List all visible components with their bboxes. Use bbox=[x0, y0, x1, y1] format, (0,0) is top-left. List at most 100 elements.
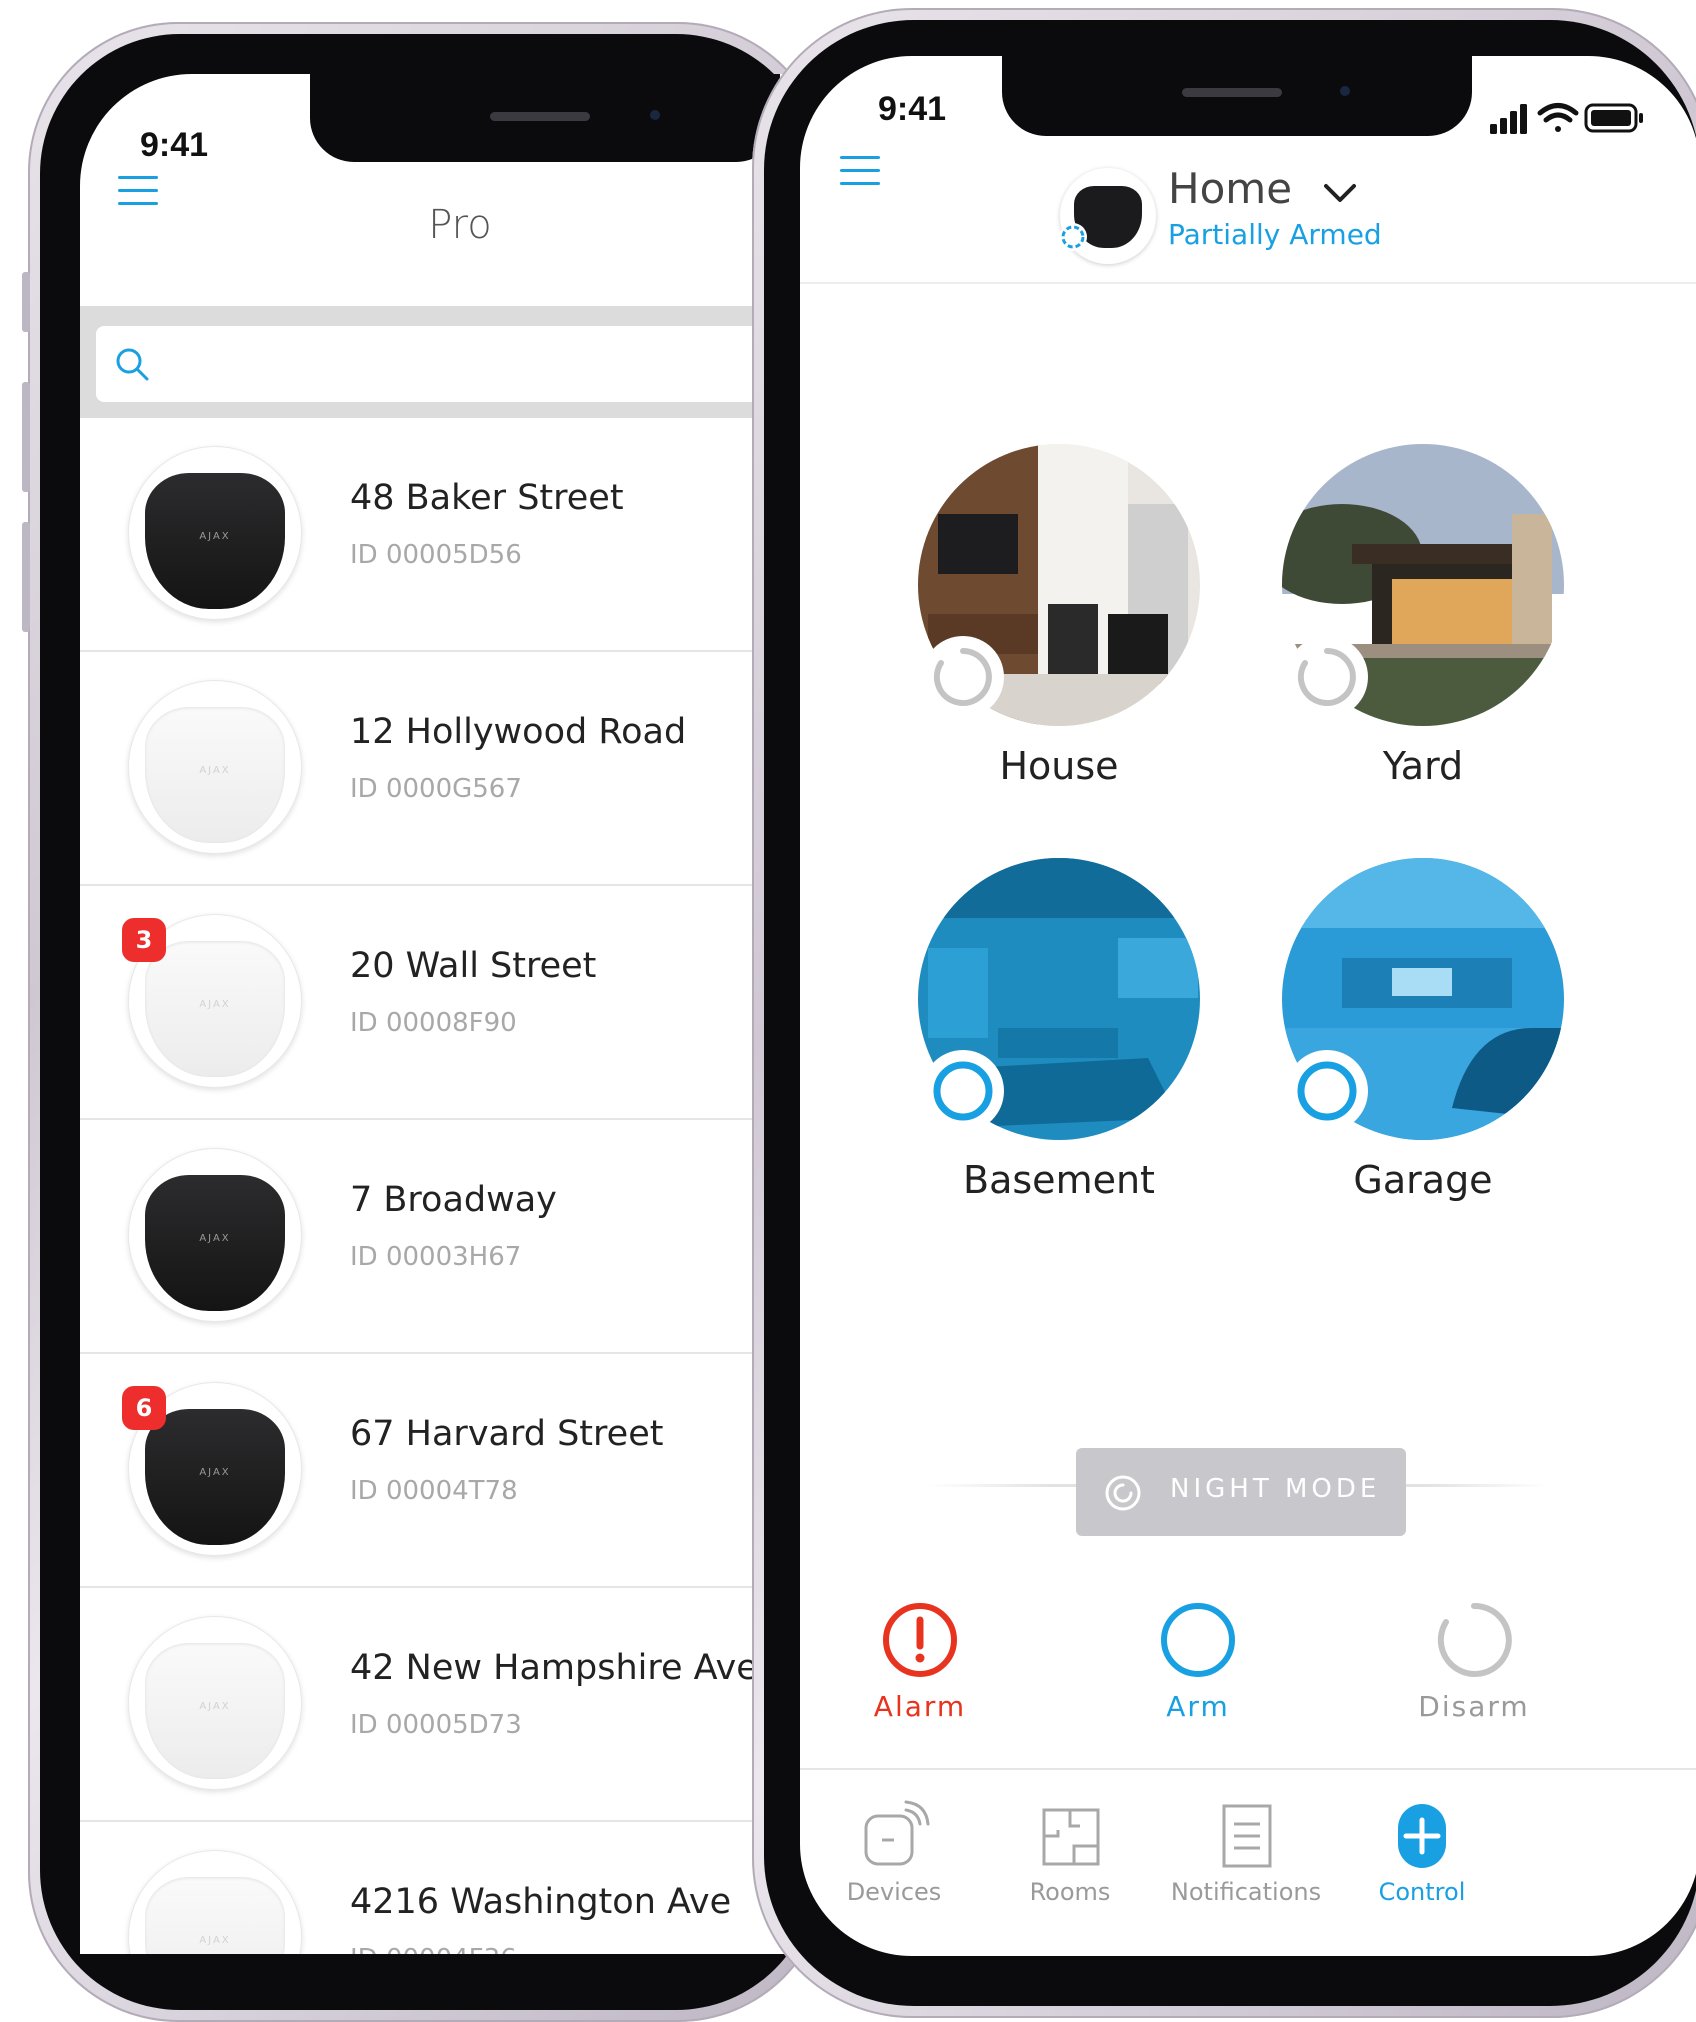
hub-image: AJAX bbox=[145, 1175, 285, 1311]
search-input[interactable] bbox=[96, 326, 840, 402]
tab-devices[interactable]: Devices bbox=[800, 1800, 994, 1906]
signal-icon bbox=[1490, 104, 1527, 134]
disarmed-icon bbox=[933, 648, 992, 706]
status-indicators bbox=[1490, 103, 1643, 134]
hub-list-item[interactable]: AJAX 48 Baker Street ID 00005D56 bbox=[80, 418, 840, 652]
hub-id: ID 00004T78 bbox=[350, 1476, 518, 1506]
hub-name: 12 Hollywood Road bbox=[350, 712, 687, 752]
arm-button[interactable]: Arm bbox=[1108, 1600, 1288, 1723]
hub-avatar: AJAX bbox=[128, 1148, 302, 1322]
tab-label: Notifications bbox=[1170, 1878, 1322, 1906]
night-mode-icon bbox=[1105, 1475, 1141, 1511]
user-app-screen: 9:41 Home Partially Armed House Yard Bas… bbox=[800, 56, 1696, 1956]
control-icon bbox=[1398, 1804, 1446, 1868]
chevron-down-icon[interactable] bbox=[1322, 180, 1358, 206]
hub-name: 67 Harvard Street bbox=[350, 1414, 664, 1454]
hub-avatar: AJAX bbox=[128, 1616, 302, 1790]
tab-rooms[interactable]: Rooms bbox=[970, 1800, 1170, 1906]
group-label: Garage bbox=[1353, 1158, 1493, 1202]
rooms-icon bbox=[1042, 1808, 1100, 1866]
group-label: Yard bbox=[1382, 744, 1464, 788]
armed-icon bbox=[1297, 1061, 1357, 1121]
hub-id: ID 00008F90 bbox=[350, 1008, 517, 1038]
hub-avatar[interactable] bbox=[1059, 168, 1156, 264]
phone-notch bbox=[1002, 56, 1472, 136]
night-mode-label: NIGHT MODE bbox=[1170, 1474, 1381, 1504]
group-state-indicator bbox=[922, 1050, 1004, 1132]
hub-list-item[interactable]: AJAX 6 67 Harvard Street ID 00004T78 bbox=[80, 1354, 840, 1588]
disarm-icon bbox=[1437, 1602, 1512, 1677]
hub-image: AJAX bbox=[145, 707, 285, 843]
group-state-indicator bbox=[922, 636, 1004, 718]
devices-icon bbox=[864, 1800, 930, 1866]
disarmed-icon bbox=[1297, 648, 1356, 706]
hub-logo: AJAX bbox=[199, 1467, 231, 1478]
notifications-icon bbox=[1222, 1804, 1272, 1868]
group-state-indicator bbox=[1286, 636, 1368, 718]
alarm-button[interactable]: Alarm bbox=[830, 1600, 1010, 1723]
hub-id: ID 00005D73 bbox=[350, 1710, 522, 1740]
hub-avatar: AJAX bbox=[128, 1850, 302, 1954]
hub-id: ID 00004F36 bbox=[350, 1944, 517, 1954]
group-label: Basement bbox=[963, 1158, 1155, 1202]
page-title: Pro bbox=[428, 202, 492, 248]
tab-label: Control bbox=[1378, 1878, 1466, 1906]
hub-list-item[interactable]: AJAX 4216 Washington Ave ID 00004F36 bbox=[80, 1822, 840, 1954]
search-icon bbox=[116, 348, 149, 381]
hub-logo: AJAX bbox=[199, 1233, 231, 1244]
disarm-button[interactable]: Disarm bbox=[1384, 1600, 1564, 1723]
hub-logo: AJAX bbox=[199, 531, 231, 542]
armed-icon bbox=[933, 1061, 993, 1121]
disarm-label: Disarm bbox=[1418, 1690, 1530, 1723]
hub-list-item[interactable]: AJAX 12 Hollywood Road ID 0000G567 bbox=[80, 652, 840, 886]
group-label: House bbox=[999, 744, 1119, 788]
hub-name[interactable]: Home bbox=[1168, 164, 1292, 213]
search-bar bbox=[80, 306, 840, 418]
arm-label: Arm bbox=[1166, 1690, 1230, 1723]
hub-list-item[interactable]: AJAX 7 Broadway ID 00003H67 bbox=[80, 1120, 840, 1354]
hub-list-item[interactable]: AJAX 3 20 Wall Street ID 00008F90 bbox=[80, 886, 840, 1120]
hub-logo: AJAX bbox=[199, 765, 231, 776]
phone-side-button bbox=[22, 272, 30, 332]
divider bbox=[800, 282, 1696, 284]
hub-logo: AJAX bbox=[199, 1701, 231, 1712]
hub-image: AJAX bbox=[145, 473, 285, 609]
wifi-icon bbox=[1537, 103, 1579, 132]
notification-badge: 3 bbox=[122, 918, 166, 962]
group-state-indicator bbox=[1286, 1050, 1368, 1132]
security-status: Partially Armed bbox=[1168, 218, 1382, 251]
phone-side-button bbox=[22, 382, 30, 492]
hub-list-item[interactable]: AJAX 42 New Hampshire Ave ID 00005D73 bbox=[80, 1588, 840, 1822]
hub-name: 4216 Washington Ave bbox=[350, 1882, 732, 1922]
hub-image: AJAX bbox=[145, 1643, 285, 1779]
partially-armed-icon bbox=[1059, 223, 1087, 251]
hub-image: AJAX bbox=[145, 941, 285, 1077]
alarm-icon bbox=[883, 1603, 957, 1677]
tab-label: Rooms bbox=[1029, 1878, 1111, 1906]
speaker bbox=[490, 112, 590, 121]
menu-icon[interactable] bbox=[840, 156, 880, 186]
hub-name: 7 Broadway bbox=[350, 1180, 557, 1220]
hub-id: ID 00003H67 bbox=[350, 1242, 522, 1272]
front-camera bbox=[650, 110, 660, 120]
front-camera bbox=[1340, 86, 1350, 96]
phone-side-button bbox=[22, 522, 30, 632]
hub-name: 42 New Hampshire Ave bbox=[350, 1648, 758, 1688]
hub-avatar: AJAX bbox=[128, 680, 302, 854]
hub-avatar: AJAX bbox=[128, 446, 302, 620]
speaker bbox=[1182, 88, 1282, 97]
status-time: 9:41 bbox=[140, 126, 209, 164]
arm-icon bbox=[1161, 1603, 1235, 1677]
tab-label: Devices bbox=[846, 1878, 942, 1906]
user-app-phone: 9:41 Home Partially Armed House Yard Bas… bbox=[752, 8, 1696, 2018]
tab-control[interactable]: Control bbox=[1322, 1800, 1522, 1906]
tab-notifications[interactable]: Notifications bbox=[1146, 1800, 1346, 1906]
status-time: 9:41 bbox=[878, 90, 947, 128]
hub-image: AJAX bbox=[145, 1877, 285, 1954]
hub-name: 20 Wall Street bbox=[350, 946, 597, 986]
hub-name: 48 Baker Street bbox=[350, 478, 624, 518]
notification-badge: 6 bbox=[122, 1386, 166, 1430]
night-mode-button[interactable]: NIGHT MODE bbox=[1076, 1448, 1406, 1536]
hub-id: ID 0000G567 bbox=[350, 774, 522, 804]
phone-notch bbox=[310, 74, 780, 162]
